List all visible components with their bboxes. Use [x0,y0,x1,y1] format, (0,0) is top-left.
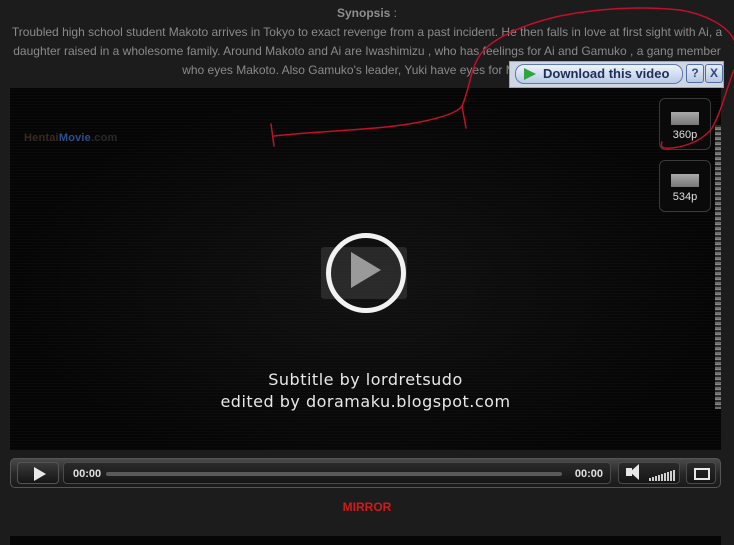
seek-bar[interactable] [106,472,562,476]
download-play-icon [524,68,536,80]
play-icon [351,252,381,288]
quality-option-534p[interactable]: 534p [659,160,711,212]
synopsis-heading: Synopsis [336,6,391,20]
quality-label: 360p [672,129,698,141]
volume-control[interactable] [618,462,680,484]
fullscreen-button[interactable] [686,462,716,484]
mirror-link[interactable]: MIRROR [0,500,734,514]
duration: 00:00 [574,468,603,480]
download-toolbar: Download this video ? X [509,61,724,88]
quality-thumbnail-icon [671,112,699,125]
watermark-part3: .com [91,132,118,144]
quality-thumbnail-icon [671,174,699,187]
timeline: 00:00 00:00 [63,462,611,484]
close-button[interactable]: X [705,64,723,83]
download-label: Download this video [543,66,670,81]
video-noise-strip [715,125,721,409]
current-time: 00:00 [73,468,102,480]
volume-bars-icon[interactable] [649,467,675,481]
quality-label: 534p [672,191,698,203]
subtitle-line-2: edited by doramaku.blogspot.com [220,392,511,411]
download-video-button[interactable]: Download this video [515,64,683,84]
play-pause-button[interactable] [17,462,59,484]
next-player-top [10,536,721,545]
help-button[interactable]: ? [686,64,704,83]
player-controls: 00:00 00:00 [10,458,721,488]
watermark-part2: Movie [58,132,92,144]
fullscreen-icon [694,468,710,480]
synopsis-colon: : [390,6,398,20]
site-watermark: HentaiMovie.com [24,132,118,144]
speaker-icon [626,464,639,480]
subtitle-line-1: Subtitle by lordretsudo [268,370,463,389]
play-icon [34,467,46,481]
quality-option-360p[interactable]: 360p [659,98,711,150]
video-player[interactable]: HentaiMovie.com Subtitle by lordretsudo … [10,88,721,450]
big-play-button[interactable] [321,230,407,316]
watermark-part1: Hentai [24,132,59,144]
